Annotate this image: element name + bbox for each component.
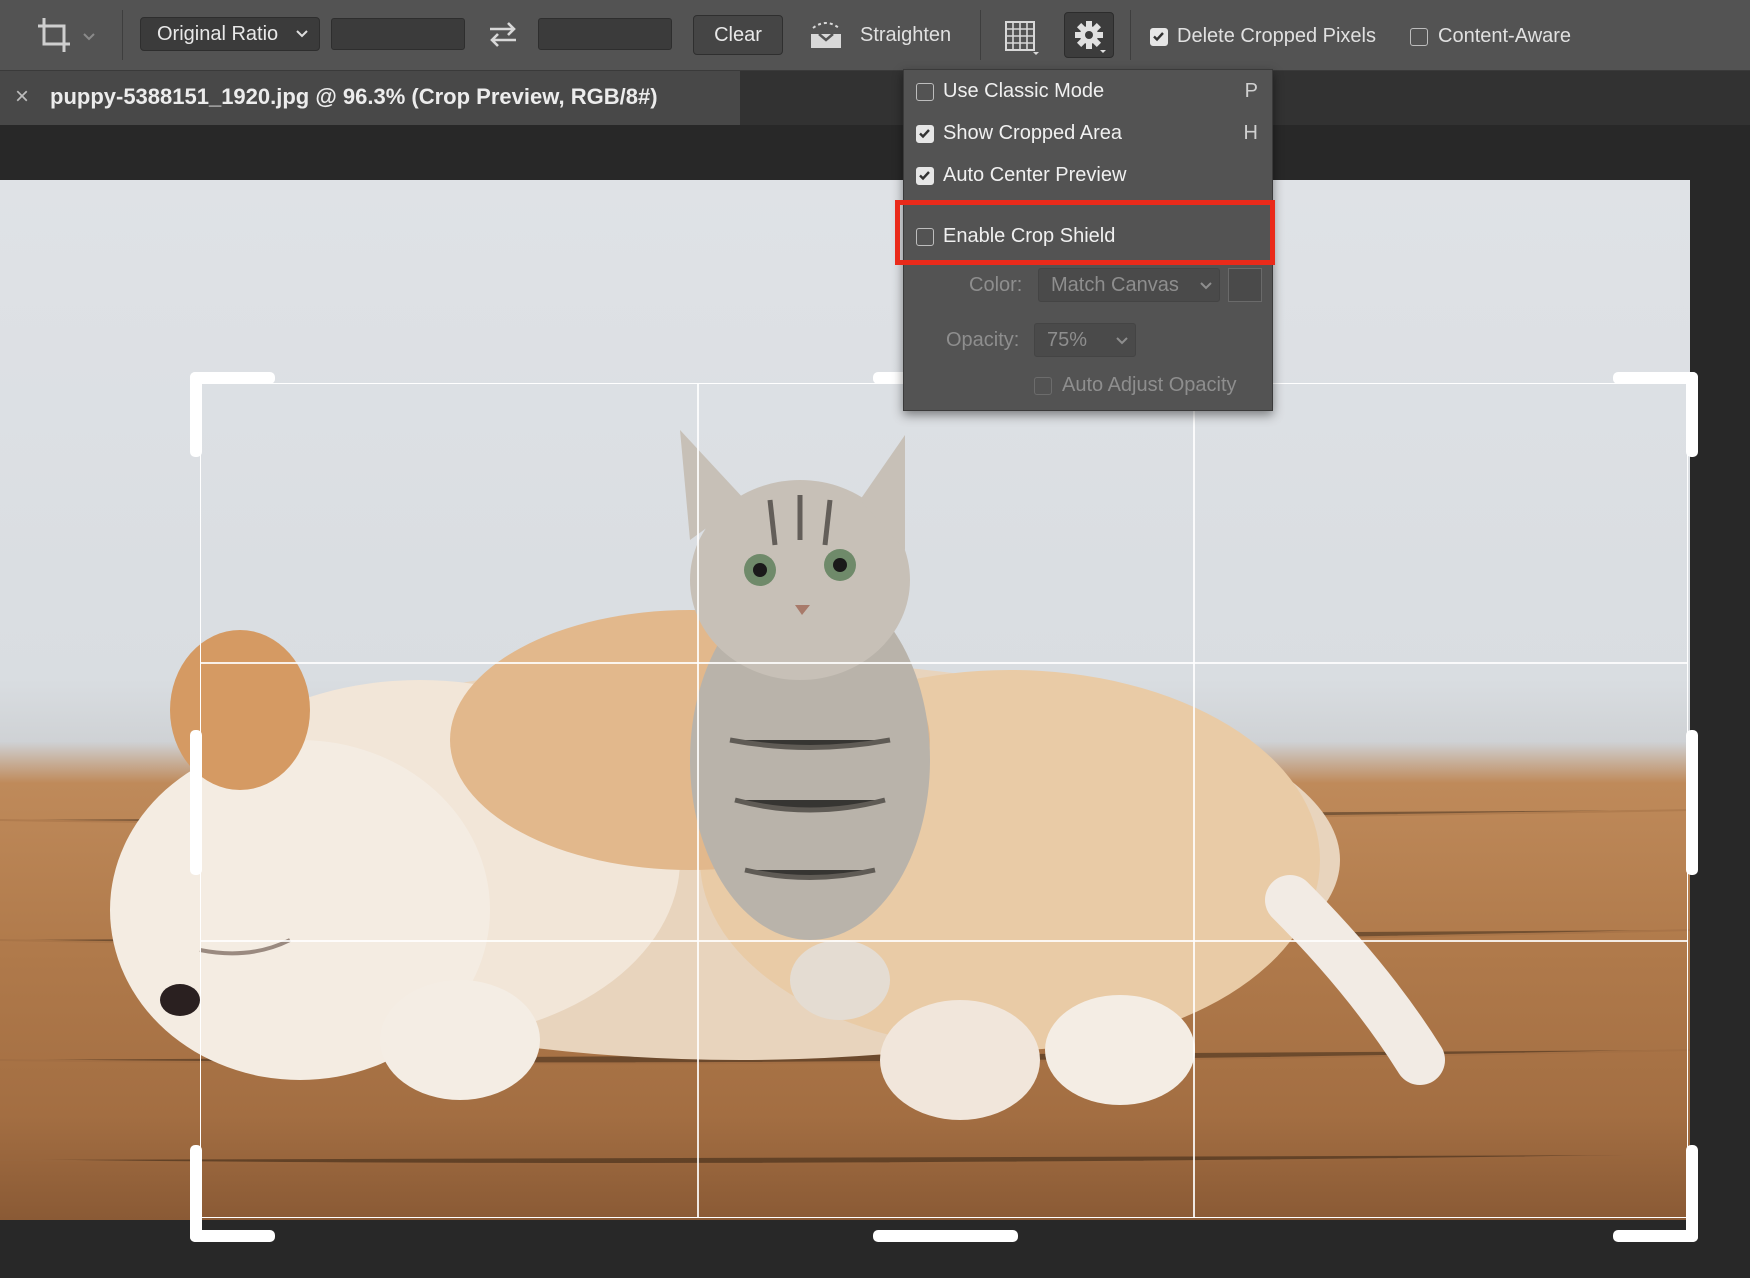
shield-opacity-field[interactable]: 75% bbox=[1034, 323, 1136, 357]
crop-tool-icon[interactable] bbox=[34, 14, 96, 56]
show-cropped-area-label: Show Cropped Area bbox=[943, 122, 1123, 144]
content-aware-checkbox[interactable] bbox=[1410, 28, 1428, 46]
straighten-icon[interactable] bbox=[807, 20, 845, 52]
shield-opacity-label: Opacity: bbox=[946, 329, 1020, 351]
shield-color-label: Color: bbox=[969, 274, 1023, 296]
menu-item-show-cropped-area[interactable]: Show Cropped Area H bbox=[904, 114, 1274, 154]
menu-item-auto-center-preview[interactable]: Auto Center Preview bbox=[904, 156, 1274, 196]
highlight-annotation bbox=[895, 200, 1275, 265]
canvas-area[interactable] bbox=[0, 125, 1750, 1278]
use-classic-mode-shortcut: P bbox=[1244, 80, 1258, 102]
menu-item-use-classic-mode[interactable]: Use Classic Mode P bbox=[904, 72, 1274, 112]
document-tab-title: puppy-5388151_1920.jpg @ 96.3% (Crop Pre… bbox=[50, 84, 658, 109]
crop-grid-line-vertical-1 bbox=[697, 384, 699, 1217]
crop-handle-bottom-left[interactable] bbox=[190, 1145, 202, 1242]
auto-center-preview-label: Auto Center Preview bbox=[943, 164, 1127, 186]
crop-handle-bottom-left[interactable] bbox=[190, 1230, 275, 1242]
crop-handle-bottom[interactable] bbox=[873, 1230, 1018, 1242]
document-tab[interactable]: × puppy-5388151_1920.jpg @ 96.3% (Crop P… bbox=[0, 71, 740, 125]
options-bar: Original Ratio Clear Straighten Delete C… bbox=[0, 0, 1750, 71]
crop-handle-top-left[interactable] bbox=[190, 372, 202, 457]
crop-grid-line-horizontal-1 bbox=[201, 662, 1687, 664]
crop-handle-top-right[interactable] bbox=[1686, 372, 1698, 457]
crop-handle-bottom-right[interactable] bbox=[1686, 1145, 1698, 1242]
use-classic-mode-label: Use Classic Mode bbox=[943, 80, 1105, 102]
delete-cropped-pixels-checkbox[interactable] bbox=[1150, 28, 1168, 46]
chevron-down-icon bbox=[295, 18, 309, 61]
shield-color-swatch[interactable] bbox=[1228, 268, 1262, 302]
auto-center-preview-checkbox[interactable] bbox=[916, 167, 934, 185]
chevron-down-icon bbox=[1116, 337, 1128, 345]
use-classic-mode-checkbox[interactable] bbox=[916, 83, 934, 101]
close-icon[interactable]: × bbox=[15, 83, 29, 111]
crop-handle-right[interactable] bbox=[1686, 730, 1698, 875]
clear-button[interactable]: Clear bbox=[693, 15, 783, 55]
shield-opacity-value: 75% bbox=[1047, 329, 1088, 351]
show-cropped-area-checkbox[interactable] bbox=[916, 125, 934, 143]
ratio-select[interactable]: Original Ratio bbox=[140, 17, 320, 51]
crop-handle-top-left[interactable] bbox=[190, 372, 275, 384]
document-tab-bar: × puppy-5388151_1920.jpg @ 96.3% (Crop P… bbox=[0, 71, 1750, 125]
auto-adjust-opacity-label: Auto Adjust Opacity bbox=[1062, 374, 1237, 396]
delete-cropped-pixels-label[interactable]: Delete Cropped Pixels bbox=[1177, 25, 1376, 48]
width-input[interactable] bbox=[331, 18, 465, 50]
auto-adjust-opacity-option[interactable]: Auto Adjust Opacity bbox=[1034, 368, 1264, 402]
show-cropped-area-shortcut: H bbox=[1243, 122, 1258, 144]
shield-color-select[interactable]: Match Canvas bbox=[1038, 268, 1220, 302]
shield-color-value: Match Canvas bbox=[1051, 274, 1179, 296]
ratio-select-value: Original Ratio bbox=[157, 23, 279, 45]
swap-dimensions-icon[interactable] bbox=[486, 18, 520, 50]
height-input[interactable] bbox=[538, 18, 672, 50]
overlay-grid-icon[interactable] bbox=[1002, 18, 1040, 56]
auto-adjust-opacity-checkbox[interactable] bbox=[1034, 377, 1052, 395]
content-aware-label[interactable]: Content-Aware bbox=[1438, 25, 1571, 48]
crop-grid-line-vertical-2 bbox=[1193, 384, 1195, 1217]
crop-frame[interactable] bbox=[200, 383, 1688, 1218]
crop-settings-button[interactable] bbox=[1064, 12, 1114, 58]
chevron-down-icon bbox=[1200, 282, 1212, 290]
crop-handle-left[interactable] bbox=[190, 730, 202, 875]
crop-grid-line-horizontal-2 bbox=[201, 940, 1687, 942]
gear-icon bbox=[1075, 21, 1106, 53]
straighten-label[interactable]: Straighten bbox=[860, 24, 951, 47]
